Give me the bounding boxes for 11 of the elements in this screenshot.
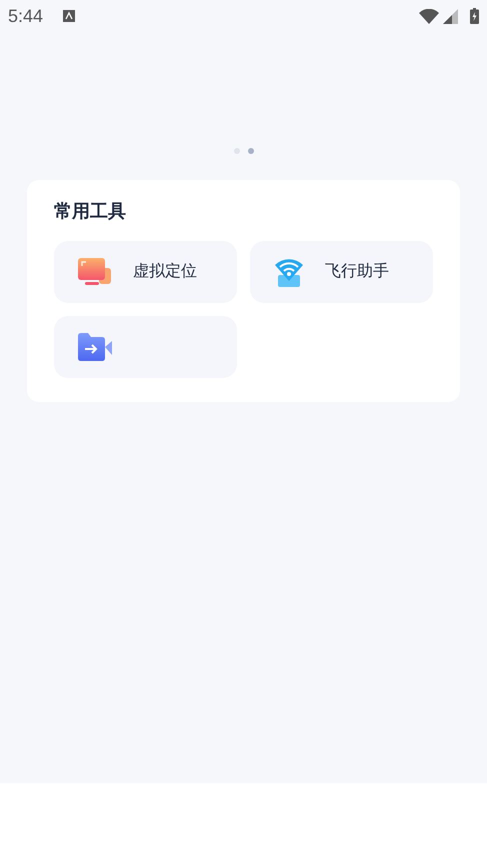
wifi-signal-icon — [419, 8, 439, 24]
battery-charging-icon — [470, 8, 479, 24]
video-folder-icon — [77, 332, 113, 362]
tool-tile[interactable]: 飞行助手 — [250, 241, 433, 303]
tool-tile[interactable] — [54, 316, 237, 378]
status-time: 5:44 — [8, 4, 44, 28]
card-title: 常用工具 — [54, 200, 127, 223]
keyboard-notification-icon — [63, 10, 76, 22]
tool-tile[interactable]: 虚拟定位 — [54, 241, 237, 303]
monitor-icon — [77, 256, 113, 288]
cell-signal-icon — [443, 8, 458, 24]
